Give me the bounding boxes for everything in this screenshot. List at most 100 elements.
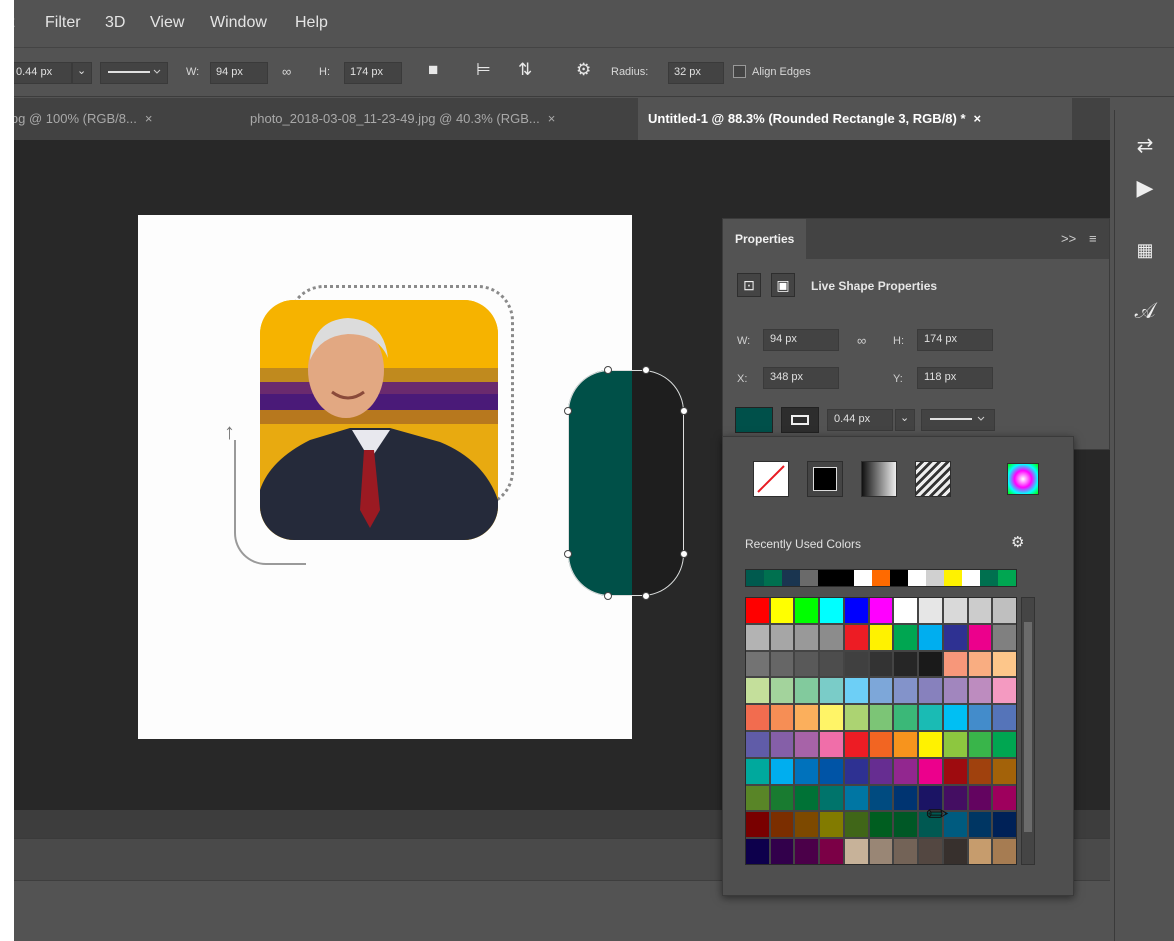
color-swatch[interactable] [795, 678, 819, 704]
color-swatch[interactable] [993, 598, 1016, 623]
history-icon[interactable]: ⇄ [1129, 130, 1161, 162]
properties-icon[interactable]: ▦ [1129, 234, 1161, 266]
color-swatch[interactable] [746, 678, 769, 704]
swatch-scrollbar[interactable] [1021, 597, 1035, 865]
color-picker-icon[interactable] [1007, 463, 1039, 495]
color-swatch[interactable] [993, 651, 1016, 677]
color-swatch[interactable] [844, 624, 868, 650]
character-icon[interactable]: 𝒜 [1129, 296, 1161, 328]
color-swatch[interactable] [795, 812, 819, 838]
recent-color-swatch[interactable] [764, 570, 782, 586]
recent-color-swatch[interactable] [962, 570, 980, 586]
color-swatch[interactable] [943, 785, 967, 811]
width-field[interactable]: 94 px [210, 62, 268, 84]
color-swatch[interactable] [919, 839, 942, 864]
radius-field[interactable]: 32 px [668, 62, 724, 84]
shape-handle[interactable] [564, 407, 572, 415]
recent-color-swatch[interactable] [872, 570, 890, 586]
color-swatch[interactable] [968, 651, 992, 677]
menu-item-view[interactable]: View [150, 14, 184, 32]
recent-color-swatch[interactable] [998, 570, 1016, 586]
color-swatch[interactable] [795, 651, 819, 677]
shape-handle[interactable] [680, 550, 688, 558]
tab-document-3[interactable]: Untitled-1 @ 88.3% (Rounded Rectangle 3,… [638, 98, 1072, 140]
color-swatch[interactable] [844, 731, 868, 757]
color-swatch[interactable] [820, 598, 843, 623]
tab-document-2[interactable]: photo_2018-03-08_11-23-49.jpg @ 40.3% (R… [240, 98, 565, 140]
close-icon[interactable]: × [548, 111, 556, 126]
color-swatch[interactable] [844, 758, 868, 784]
color-swatch[interactable] [746, 598, 769, 623]
shape-handle[interactable] [642, 366, 650, 374]
color-swatch[interactable] [919, 678, 942, 704]
tab-properties[interactable]: Properties [723, 219, 807, 259]
color-swatch[interactable] [919, 651, 942, 677]
path-alignment-icon[interactable]: ⊨ [476, 60, 491, 80]
color-swatch[interactable] [894, 731, 918, 757]
color-swatch[interactable] [869, 785, 893, 811]
color-swatch[interactable] [968, 598, 992, 623]
link-icon[interactable]: ∞ [282, 64, 291, 79]
color-swatch[interactable] [894, 598, 918, 623]
recent-color-swatch[interactable] [854, 570, 872, 586]
color-swatch[interactable] [993, 839, 1016, 864]
color-swatch[interactable] [746, 839, 769, 864]
height-field[interactable]: 174 px [344, 62, 402, 84]
scrollbar-thumb[interactable] [1024, 622, 1032, 832]
stroke-type-dropdown[interactable] [100, 62, 168, 84]
mask-icon[interactable]: ▣ [771, 273, 795, 297]
x-field[interactable]: 348 px [763, 367, 839, 389]
color-swatch[interactable] [770, 598, 794, 623]
color-swatch[interactable] [968, 731, 992, 757]
color-swatch[interactable] [844, 651, 868, 677]
color-swatch[interactable] [968, 624, 992, 650]
color-swatch[interactable] [993, 624, 1016, 650]
color-swatch[interactable] [894, 624, 918, 650]
color-swatch[interactable] [795, 705, 819, 730]
menu-item-window[interactable]: Window [210, 14, 267, 32]
color-swatch[interactable] [968, 705, 992, 730]
color-swatch[interactable] [943, 705, 967, 730]
menu-item-3d[interactable]: 3D [105, 14, 125, 32]
no-color-button[interactable] [753, 461, 789, 497]
color-swatch[interactable] [770, 731, 794, 757]
color-swatch[interactable] [968, 678, 992, 704]
color-swatch[interactable] [844, 598, 868, 623]
color-swatch[interactable] [993, 758, 1016, 784]
color-swatch[interactable] [770, 705, 794, 730]
color-swatch[interactable] [943, 678, 967, 704]
stroke-width-field[interactable]: 0.44 px [827, 409, 893, 431]
color-swatch[interactable] [844, 678, 868, 704]
shape-handle[interactable] [680, 407, 688, 415]
align-edges-checkbox[interactable] [733, 65, 746, 78]
gear-icon[interactable]: ⚙ [576, 60, 591, 80]
menu-item-filter[interactable]: Filter [45, 14, 81, 32]
color-swatch[interactable] [746, 731, 769, 757]
shape-handle[interactable] [604, 592, 612, 600]
color-swatch[interactable] [795, 785, 819, 811]
color-swatch[interactable] [943, 598, 967, 623]
recent-color-swatch[interactable] [800, 570, 818, 586]
path-arrangement-icon[interactable]: ⇅ [518, 60, 532, 80]
panel-menu-icon[interactable]: ≡ [1089, 231, 1097, 246]
color-swatch[interactable] [770, 812, 794, 838]
solid-color-button[interactable] [807, 461, 843, 497]
color-swatch[interactable] [943, 839, 967, 864]
color-swatch[interactable] [993, 785, 1016, 811]
recent-color-swatch[interactable] [746, 570, 764, 586]
recent-color-swatch[interactable] [782, 570, 800, 586]
color-swatch[interactable] [770, 651, 794, 677]
color-swatch[interactable] [746, 785, 769, 811]
w-field[interactable]: 94 px [763, 329, 839, 351]
color-swatch[interactable] [820, 758, 843, 784]
color-swatch[interactable] [919, 758, 942, 784]
color-swatch[interactable] [943, 731, 967, 757]
fill-color-swatch[interactable] [735, 407, 773, 433]
color-swatch[interactable] [820, 785, 843, 811]
color-swatch[interactable] [795, 839, 819, 864]
color-swatch[interactable] [746, 705, 769, 730]
gradient-button[interactable] [861, 461, 897, 497]
color-swatch[interactable] [968, 812, 992, 838]
tab-document-1[interactable]: jpg @ 100% (RGB/8... × [14, 98, 162, 140]
stroke-width-field[interactable]: 0.44 px [14, 62, 72, 84]
